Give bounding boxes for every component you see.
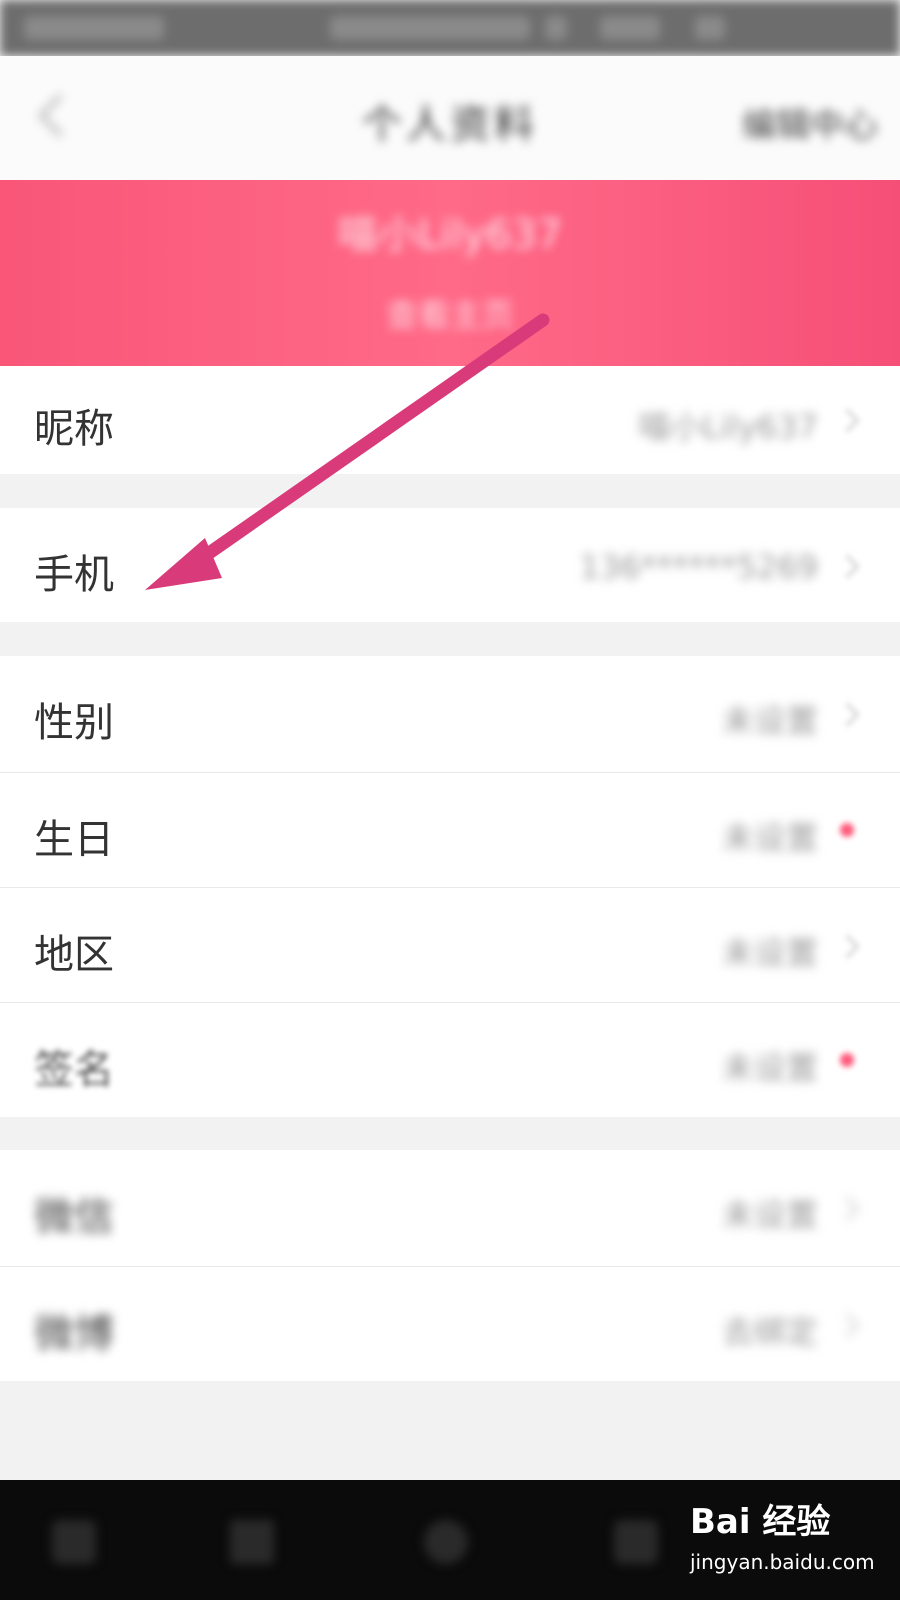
watermark-brand: Bai 经验 [690,1502,831,1542]
menu-button[interactable] [52,1520,96,1564]
home-button[interactable] [424,1520,468,1564]
arrow-shaft [175,313,550,579]
back-button[interactable] [230,1520,274,1564]
annotation-arrow [145,313,550,590]
baidu-jingyan-watermark: Bai 经验 jingyan.baidu.com [690,1488,900,1600]
watermark-url: jingyan.baidu.com [690,1550,875,1574]
recents-button[interactable] [614,1520,658,1564]
